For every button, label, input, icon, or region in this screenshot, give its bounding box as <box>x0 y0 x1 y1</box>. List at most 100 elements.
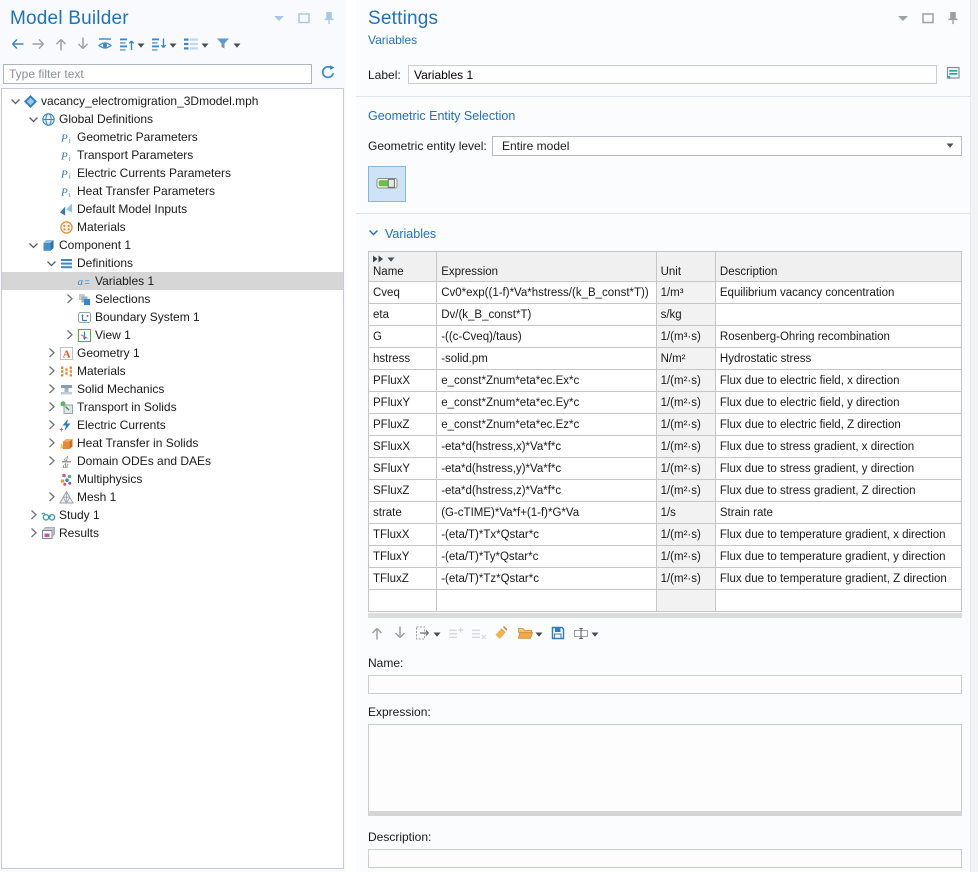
cell-name[interactable]: SFluxY <box>369 458 437 480</box>
tree-item-component-1[interactable]: Component 1 <box>2 236 343 254</box>
table-row-tfluxx[interactable]: TFluxX-(eta/T)*Tx*Qstar*c1/(m²·s)Flux du… <box>369 524 962 546</box>
cell-unit[interactable]: 1/(m²·s) <box>656 524 715 546</box>
pin-panel-button[interactable] <box>320 9 338 30</box>
settings-vscrollbar[interactable] <box>970 0 978 872</box>
table-hscrollbar[interactable] <box>368 613 962 618</box>
cell-expression[interactable]: Cv0*exp((1-f)*Va*hstress/(k_B_const*T)) <box>437 282 656 304</box>
tree-item-variables-1[interactable]: a=Variables 1 <box>2 272 343 290</box>
chevron-collapsed-icon[interactable] <box>44 347 59 359</box>
cell-description[interactable]: Strain rate <box>715 502 961 524</box>
cell-unit[interactable]: 1/(m²·s) <box>656 436 715 458</box>
entity-level-select[interactable]: Entire model <box>492 136 962 156</box>
dropdown-caret-icon[interactable] <box>387 254 395 266</box>
cell-unit[interactable]: 1/m³ <box>656 282 715 304</box>
table-row-cveq[interactable]: CveqCv0*exp((1-f)*Va*hstress/(k_B_const*… <box>369 282 962 304</box>
render-label-button[interactable] <box>944 64 962 85</box>
cell-expression[interactable]: -(eta/T)*Tz*Qstar*c <box>437 568 656 590</box>
name-input[interactable] <box>368 675 962 694</box>
cell-expression[interactable]: e_const*Znum*eta*ec.Ey*c <box>437 392 656 414</box>
cell-expression[interactable]: Dv/(k_B_const*T) <box>437 304 656 326</box>
tree-item-global-definitions[interactable]: Global Definitions <box>2 110 343 128</box>
cell-name[interactable]: PFluxZ <box>369 414 437 436</box>
settings-subtitle-link[interactable]: Variables <box>368 33 417 47</box>
tree-item-materials[interactable]: Materials <box>2 218 343 236</box>
cell-name[interactable]: hstress <box>369 348 437 370</box>
table-row-hstress[interactable]: hstress-solid.pmN/m²Hydrostatic stress <box>369 348 962 370</box>
chevron-collapsed-icon[interactable] <box>44 437 59 449</box>
cell-unit[interactable]: 1/(m³·s) <box>656 326 715 348</box>
chevron-collapsed-icon[interactable] <box>26 527 41 539</box>
variables-section-header[interactable]: Variables <box>368 227 962 241</box>
tree-item-solid-mechanics[interactable]: Solid Mechanics <box>2 380 343 398</box>
cell-expression[interactable]: -eta*d(hstress,x)*Va*f*c <box>437 436 656 458</box>
cell-description[interactable]: Flux due to electric field, x direction <box>715 370 961 392</box>
tree-item-electric-currents[interactable]: +Electric Currents <box>2 416 343 434</box>
move-to-button[interactable] <box>414 624 442 645</box>
cell-expression[interactable] <box>437 590 656 612</box>
cell-description[interactable]: Flux due to temperature gradient, x dire… <box>715 524 961 546</box>
table-row-sfluxx[interactable]: SFluxX-eta*d(hstress,x)*Va*f*c1/(m²·s)Fl… <box>369 436 962 458</box>
expand-all-button[interactable] <box>150 35 178 56</box>
chevron-collapsed-icon[interactable] <box>44 383 59 395</box>
cell-expression[interactable]: -eta*d(hstress,y)*Va*f*c <box>437 458 656 480</box>
table-row-pfluxx[interactable]: PFluxXe_const*Znum*eta*ec.Ex*c1/(m²·s)Fl… <box>369 370 962 392</box>
tree-item-transport-in-solids[interactable]: Transport in Solids <box>2 398 343 416</box>
chevron-collapsed-icon[interactable] <box>44 401 59 413</box>
cell-name[interactable]: TFluxY <box>369 546 437 568</box>
move-up-button[interactable] <box>52 35 70 56</box>
cell-name[interactable]: PFluxY <box>369 392 437 414</box>
cell-name[interactable]: Cveq <box>369 282 437 304</box>
cell-description[interactable] <box>715 590 961 612</box>
tree-item-view-1[interactable]: View 1 <box>2 326 343 344</box>
cell-unit[interactable]: 1/(m²·s) <box>656 546 715 568</box>
tree-item-electric-currents-parameters[interactable]: PiElectric Currents Parameters <box>2 164 343 182</box>
cell-expression[interactable]: -eta*d(hstress,z)*Va*f*c <box>437 480 656 502</box>
cell-name[interactable]: G <box>369 326 437 348</box>
show-button[interactable] <box>96 35 114 56</box>
chevron-collapsed-icon[interactable] <box>44 455 59 467</box>
cell-name[interactable]: TFluxZ <box>369 568 437 590</box>
table-row-empty[interactable] <box>369 590 962 612</box>
cell-expression[interactable]: -(eta/T)*Tx*Qstar*c <box>437 524 656 546</box>
table-row-strate[interactable]: strate(G-cTIME)*Va*f+(1-f)*G*Va1/sStrain… <box>369 502 962 524</box>
table-row-eta[interactable]: etaDv/(k_B_const*T)s/kg <box>369 304 962 326</box>
float-window-button[interactable] <box>919 9 937 30</box>
cell-unit[interactable]: s/kg <box>656 304 715 326</box>
expression-input[interactable] <box>368 724 962 816</box>
cell-name[interactable]: TFluxX <box>369 524 437 546</box>
clear-table-button[interactable] <box>493 624 511 645</box>
tree-item-mesh-1[interactable]: Mesh 1 <box>2 488 343 506</box>
table-row-pfluxy[interactable]: PFluxYe_const*Znum*eta*ec.Ey*c1/(m²·s)Fl… <box>369 392 962 414</box>
move-down-button[interactable] <box>74 35 92 56</box>
table-row-tfluxy[interactable]: TFluxY-(eta/T)*Ty*Qstar*c1/(m²·s)Flux du… <box>369 546 962 568</box>
panel-menu-button[interactable] <box>270 9 288 30</box>
chevron-expanded-icon[interactable] <box>44 258 59 269</box>
chevron-collapsed-icon[interactable] <box>62 293 77 305</box>
chevron-collapsed-icon[interactable] <box>44 419 59 431</box>
cell-description[interactable] <box>715 304 961 326</box>
cell-description[interactable]: Flux due to temperature gradient, Z dire… <box>715 568 961 590</box>
sort-icon[interactable] <box>372 254 384 266</box>
chevron-expanded-icon[interactable] <box>26 114 41 125</box>
table-row-tfluxz[interactable]: TFluxZ-(eta/T)*Tz*Qstar*c1/(m²·s)Flux du… <box>369 568 962 590</box>
pin-panel-button[interactable] <box>944 9 962 30</box>
label-input[interactable] <box>408 65 937 84</box>
cell-description[interactable]: Flux due to stress gradient, Z direction <box>715 480 961 502</box>
tree-item-default-model-inputs[interactable]: Default Model Inputs <box>2 200 343 218</box>
edit-name-button[interactable] <box>572 624 600 645</box>
tree-item-results[interactable]: Results <box>2 524 343 542</box>
description-input[interactable] <box>368 849 962 868</box>
cell-unit[interactable]: 1/(m²·s) <box>656 370 715 392</box>
cell-name[interactable]: strate <box>369 502 437 524</box>
cell-description[interactable]: Flux due to temperature gradient, y dire… <box>715 546 961 568</box>
cell-name[interactable] <box>369 590 437 612</box>
chevron-collapsed-icon[interactable] <box>44 365 59 377</box>
cell-name[interactable]: SFluxZ <box>369 480 437 502</box>
tree-item-study-1[interactable]: Study 1 <box>2 506 343 524</box>
tree-item-materials[interactable]: Materials <box>2 362 343 380</box>
active-toggle-button[interactable] <box>368 166 406 202</box>
cell-description[interactable]: Equilibrium vacancy concentration <box>715 282 961 304</box>
table-row-sfluxy[interactable]: SFluxY-eta*d(hstress,y)*Va*f*c1/(m²·s)Fl… <box>369 458 962 480</box>
cell-description[interactable]: Rosenberg-Ohring recombination <box>715 326 961 348</box>
cell-description[interactable]: Flux due to electric field, y direction <box>715 392 961 414</box>
